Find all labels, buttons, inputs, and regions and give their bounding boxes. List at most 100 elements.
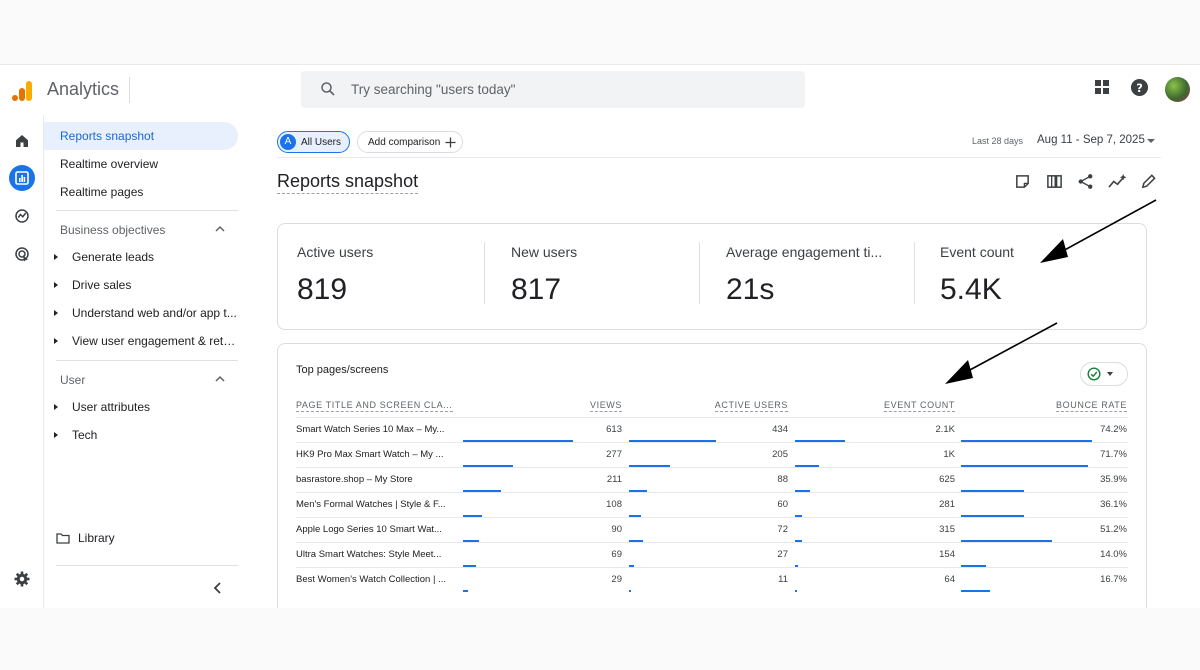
- column-header-event-count[interactable]: EVENT COUNT: [884, 400, 955, 412]
- home-nav-button[interactable]: [9, 128, 35, 154]
- cell-events: 64: [944, 574, 955, 585]
- bottom-margin: [0, 608, 1200, 670]
- metric-new-users[interactable]: New users 817: [511, 244, 711, 307]
- chevron-up-icon[interactable]: [214, 224, 226, 234]
- cell-views: 108: [606, 499, 622, 510]
- explore-nav-button[interactable]: [9, 203, 35, 229]
- segment-chip-all-users[interactable]: A All Users: [277, 131, 351, 153]
- section-user[interactable]: User: [60, 373, 85, 387]
- brand-name: Analytics: [47, 79, 120, 99]
- caret-right-icon: [54, 404, 58, 410]
- table-row[interactable]: Best Women's Watch Collection | ... 29 11 6…: [296, 567, 1128, 592]
- top-pages-card: Top pages/screens PAGE TITLE AND SCREEN …: [277, 343, 1147, 633]
- nav-user-attributes[interactable]: User attributes: [44, 393, 238, 421]
- section-business-objectives[interactable]: Business objectives: [60, 223, 165, 237]
- cell-active: 11: [778, 574, 788, 585]
- nav-tech[interactable]: Tech: [44, 421, 238, 449]
- apps-grid-icon[interactable]: [1093, 78, 1111, 96]
- metric-event-count[interactable]: Event count 5.4K: [940, 244, 1140, 307]
- cell-events-bar: [795, 590, 797, 592]
- collapse-chevron-left-icon[interactable]: [212, 581, 224, 595]
- caret-down-icon[interactable]: [1147, 139, 1155, 143]
- cell-page-title[interactable]: basrastore.shop – My Store: [296, 474, 456, 485]
- metric-value: 817: [511, 273, 562, 306]
- toolbar-divider: [277, 157, 1161, 158]
- cell-page-title[interactable]: Men's Formal Watches | Style & F...: [296, 499, 456, 510]
- plus-icon: [445, 137, 456, 147]
- column-header-page-title[interactable]: PAGE TITLE AND SCREEN CLA...: [296, 400, 453, 412]
- cell-page-title[interactable]: Ultra Smart Watches: Style Meet...: [296, 549, 456, 560]
- nav-realtime-overview[interactable]: Realtime overview: [44, 150, 238, 178]
- table-row[interactable]: Smart Watch Series 10 Max – My... 613 434 2…: [296, 417, 1128, 442]
- nav-understand-traffic[interactable]: Understand web and/or app t...: [44, 299, 238, 327]
- cell-views: 29: [611, 574, 622, 585]
- cell-active: 60: [777, 499, 788, 510]
- cell-active: 72: [777, 524, 788, 535]
- cell-events: 1K: [943, 449, 955, 460]
- cell-page-title[interactable]: Best Women's Watch Collection | ...: [296, 574, 456, 585]
- nav-divider: [56, 360, 238, 361]
- nav-library[interactable]: Library: [56, 531, 115, 545]
- cell-bounce: 51.2%: [1100, 524, 1127, 535]
- insights-sparkle-icon[interactable]: [1108, 173, 1127, 190]
- explore-icon: [15, 209, 29, 223]
- cell-views: 90: [611, 524, 622, 535]
- compare-columns-icon[interactable]: [1046, 173, 1063, 190]
- column-header-views[interactable]: VIEWS: [589, 400, 622, 412]
- segment-badge: A: [280, 134, 296, 150]
- metrics-card[interactable]: Active users 819 New users 817 Average e…: [277, 223, 1147, 330]
- cell-views: 613: [606, 424, 622, 435]
- cell-bounce: 14.0%: [1100, 549, 1127, 560]
- metric-active-users[interactable]: Active users 819: [297, 244, 497, 307]
- help-icon[interactable]: ?: [1130, 78, 1149, 97]
- metric-label: Event count: [940, 244, 1014, 260]
- reports-bar-chart-icon: [15, 171, 29, 185]
- nav-divider: [56, 210, 238, 211]
- cell-page-title[interactable]: HK9 Pro Max Smart Watch – My ...: [296, 449, 456, 460]
- account-avatar[interactable]: [1165, 77, 1190, 102]
- cell-page-title[interactable]: Apple Logo Series 10 Smart Wat...: [296, 524, 456, 535]
- edit-pencil-icon[interactable]: [1140, 173, 1157, 190]
- table-row[interactable]: basrastore.shop – My Store 211 88 625 35.9%: [296, 467, 1128, 492]
- analytics-logo-icon[interactable]: [10, 79, 34, 103]
- top-margin: [0, 0, 1200, 64]
- table-row[interactable]: Ultra Smart Watches: Style Meet... 69 27 15…: [296, 542, 1128, 567]
- caret-right-icon: [54, 310, 58, 316]
- metric-label: Active users: [297, 244, 374, 260]
- nav-reports-snapshot[interactable]: Reports snapshot: [44, 122, 238, 150]
- date-range-picker[interactable]: Aug 11 - Sep 7, 2025: [1037, 134, 1145, 146]
- advertising-target-icon: [15, 247, 29, 262]
- table-row[interactable]: Men's Formal Watches | Style & F... 108 60…: [296, 492, 1128, 517]
- metric-avg-engagement-time[interactable]: Average engagement ti... 21s: [726, 244, 891, 307]
- app-header: Analytics ?: [0, 65, 1200, 115]
- column-header-bounce-rate[interactable]: BOUNCE RATE: [1056, 400, 1127, 412]
- cell-views: 277: [606, 449, 622, 460]
- add-comparison-button[interactable]: Add comparison: [357, 131, 464, 153]
- cell-events: 625: [939, 474, 955, 485]
- insights-note-icon[interactable]: [1014, 173, 1031, 190]
- nav-generate-leads[interactable]: Generate leads: [44, 243, 238, 271]
- share-icon[interactable]: [1077, 173, 1094, 190]
- cell-active: 434: [772, 424, 788, 435]
- nav-user-engagement[interactable]: View user engagement & rete...: [44, 327, 238, 355]
- check-circle-icon: [1087, 367, 1101, 381]
- analytics-app: Analytics ?: [0, 64, 1200, 633]
- reports-nav-button[interactable]: [9, 165, 35, 191]
- search-input[interactable]: [351, 79, 781, 99]
- cell-bounce: 71.7%: [1100, 449, 1127, 460]
- cell-bounce: 16.7%: [1100, 574, 1127, 585]
- admin-gear-icon[interactable]: [13, 570, 31, 588]
- card-status-dropdown[interactable]: [1080, 362, 1128, 386]
- table-row[interactable]: Apple Logo Series 10 Smart Wat... 90 72 315…: [296, 517, 1128, 542]
- search-bar[interactable]: [301, 71, 805, 108]
- table-row[interactable]: HK9 Pro Max Smart Watch – My ... 277 205 1K…: [296, 442, 1128, 467]
- nav-realtime-pages[interactable]: Realtime pages: [44, 178, 238, 206]
- column-header-active-users[interactable]: ACTIVE USERS: [714, 400, 788, 412]
- caret-right-icon: [54, 282, 58, 288]
- chevron-up-icon[interactable]: [214, 374, 226, 384]
- cell-events: 315: [939, 524, 955, 535]
- nav-drive-sales[interactable]: Drive sales: [44, 271, 238, 299]
- advertising-nav-button[interactable]: [9, 241, 35, 267]
- cell-page-title[interactable]: Smart Watch Series 10 Max – My...: [296, 424, 456, 435]
- metric-value: 21s: [726, 273, 775, 306]
